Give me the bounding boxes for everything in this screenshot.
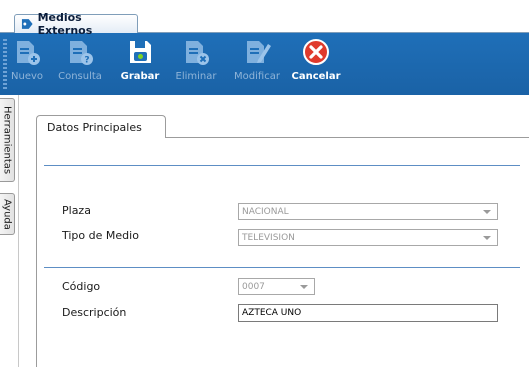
section-divider bbox=[44, 267, 520, 268]
doc-plus-icon bbox=[17, 41, 40, 65]
cancelar-button[interactable]: Cancelar bbox=[291, 37, 341, 91]
descripcion-value: AZTECA UNO bbox=[242, 308, 302, 318]
tipo-medio-value: TELEVISION bbox=[242, 232, 295, 243]
side-tab-herramientas-label: Herramientas bbox=[1, 105, 13, 175]
consulta-label: Consulta bbox=[58, 71, 102, 82]
plaza-select[interactable]: NACIONAL bbox=[238, 203, 498, 220]
doc-edit-icon bbox=[247, 41, 271, 63]
cancel-icon bbox=[303, 39, 329, 65]
chevron-down-icon bbox=[483, 210, 491, 214]
eliminar-label: Eliminar bbox=[175, 71, 217, 82]
side-tab-herramientas[interactable]: Herramientas bbox=[0, 98, 15, 182]
save-icon bbox=[130, 41, 151, 63]
tipo-medio-select[interactable]: TELEVISION bbox=[238, 229, 498, 246]
chevron-down-icon bbox=[300, 285, 308, 289]
doc-delete-icon bbox=[186, 41, 209, 65]
form-panel: Datos Principales Plaza NACIONAL Tipo de… bbox=[22, 95, 529, 367]
codigo-label: Código bbox=[62, 280, 101, 293]
descripcion-input[interactable]: AZTECA UNO bbox=[238, 304, 498, 322]
consulta-button[interactable]: ? Consulta bbox=[58, 37, 102, 91]
codigo-select[interactable]: 0007 bbox=[238, 278, 315, 295]
chevron-down-icon bbox=[483, 236, 491, 240]
tipo-medio-label: Tipo de Medio bbox=[62, 229, 139, 242]
nuevo-button[interactable]: Nuevo bbox=[11, 37, 44, 91]
side-tab-strip: Herramientas Ayuda bbox=[0, 95, 19, 367]
section-divider bbox=[44, 165, 520, 166]
doc-question-icon: ? bbox=[70, 41, 93, 66]
svg-text:?: ? bbox=[84, 56, 89, 66]
form-frame bbox=[36, 137, 529, 367]
toolbar-grip[interactable] bbox=[3, 39, 7, 89]
grabar-label: Grabar bbox=[120, 71, 160, 82]
window-tab-medios-externos[interactable]: Medios Externos bbox=[14, 11, 138, 37]
tab-datos-principales-label: Datos Principales bbox=[47, 120, 142, 134]
eliminar-button[interactable]: Eliminar bbox=[175, 37, 217, 91]
toolbar: Nuevo ? Consulta Grabar Eliminar Modific… bbox=[0, 33, 529, 95]
window-tab-title: Medios Externos bbox=[37, 11, 93, 37]
modificar-button[interactable]: Modificar bbox=[232, 37, 282, 91]
tag-icon bbox=[21, 19, 33, 29]
side-tab-ayuda-label: Ayuda bbox=[1, 198, 13, 230]
plaza-value: NACIONAL bbox=[242, 206, 289, 217]
descripcion-label: Descripción bbox=[62, 306, 127, 319]
codigo-value: 0007 bbox=[242, 281, 265, 292]
nuevo-label: Nuevo bbox=[11, 71, 44, 82]
plaza-label: Plaza bbox=[62, 204, 91, 217]
modificar-label: Modificar bbox=[234, 71, 280, 82]
cancelar-label: Cancelar bbox=[291, 71, 341, 82]
grabar-button[interactable]: Grabar bbox=[120, 37, 160, 91]
tab-datos-principales[interactable]: Datos Principales bbox=[36, 115, 166, 138]
side-tab-ayuda[interactable]: Ayuda bbox=[0, 193, 15, 235]
